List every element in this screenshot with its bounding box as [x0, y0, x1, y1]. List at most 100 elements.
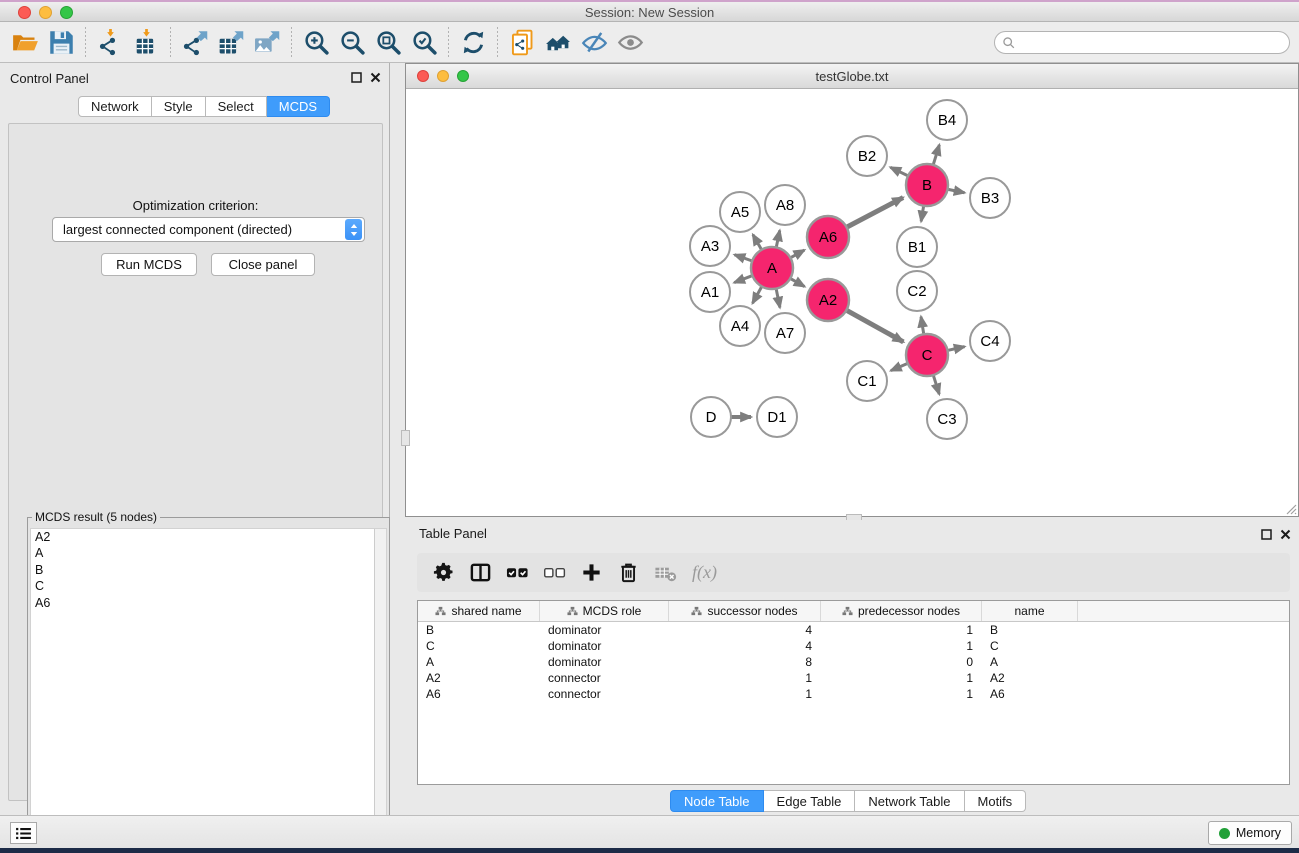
table-cell[interactable]: 1	[821, 622, 982, 638]
table-cell[interactable]: 4	[669, 638, 821, 654]
toggle-column-button[interactable]	[462, 557, 499, 589]
table-cell[interactable]: B	[418, 622, 540, 638]
delete-table-button[interactable]	[647, 557, 684, 589]
result-item[interactable]: B	[31, 562, 386, 578]
tab-edge-table[interactable]: Edge Table	[764, 790, 856, 812]
network-window-titlebar[interactable]: testGlobe.txt	[406, 64, 1298, 89]
save-session-button[interactable]	[43, 25, 79, 59]
table-cell[interactable]: dominator	[540, 638, 669, 654]
table-cell[interactable]: A6	[982, 686, 1078, 702]
hide-details-button[interactable]	[576, 25, 612, 59]
tab-mcds[interactable]: MCDS	[267, 96, 330, 117]
edge-A-A5[interactable]	[753, 235, 762, 250]
table-row[interactable]: A2connector11A2	[418, 670, 1289, 686]
edge-C-C3[interactable]	[933, 375, 939, 394]
memory-button[interactable]: Memory	[1208, 821, 1292, 845]
table-cell[interactable]: A6	[418, 686, 540, 702]
table-cell[interactable]: 1	[669, 670, 821, 686]
table-cell[interactable]: 1	[669, 686, 821, 702]
list-scrollbar[interactable]	[374, 529, 386, 853]
network-canvas[interactable]: B4B2BB3B1A5A8A6A3AA1A2A4A7C2CC1C4C3DD1	[406, 89, 1298, 516]
float-panel-icon[interactable]	[351, 72, 362, 83]
table-row[interactable]: A6connector11A6	[418, 686, 1289, 702]
table-cell[interactable]: A2	[982, 670, 1078, 686]
table-cell[interactable]: 8	[669, 654, 821, 670]
zoom-in-button[interactable]	[298, 25, 334, 59]
import-network-button[interactable]	[92, 25, 128, 59]
edge-A-A4[interactable]	[753, 286, 762, 303]
edge-C-C4[interactable]	[947, 347, 964, 351]
table-cell[interactable]: connector	[540, 670, 669, 686]
search-field[interactable]	[994, 31, 1290, 54]
edge-B-B1[interactable]	[921, 206, 924, 222]
edge-A-A1[interactable]	[734, 276, 752, 283]
table-cell[interactable]: dominator	[540, 622, 669, 638]
table-cell[interactable]: 1	[821, 638, 982, 654]
table-row[interactable]: Adominator80A	[418, 654, 1289, 670]
result-item[interactable]: A2	[31, 529, 386, 545]
edge-A-A3[interactable]	[735, 255, 753, 261]
export-image-button[interactable]	[249, 25, 285, 59]
select-stepper[interactable]	[345, 219, 362, 240]
deselect-all-button[interactable]	[536, 557, 573, 589]
edge-A-A8[interactable]	[776, 230, 780, 247]
resize-grip-icon[interactable]	[1283, 501, 1297, 515]
column-header-name[interactable]: name	[982, 601, 1078, 621]
main-titlebar[interactable]: Session: New Session	[0, 2, 1299, 22]
edge-C-C1[interactable]	[891, 363, 908, 370]
table-cell[interactable]: 1	[821, 670, 982, 686]
search-input[interactable]	[1016, 36, 1289, 50]
table-row[interactable]: Bdominator41B	[418, 622, 1289, 638]
import-table-button[interactable]	[128, 25, 164, 59]
refresh-layout-button[interactable]	[455, 25, 491, 59]
table-cell[interactable]: A	[418, 654, 540, 670]
edge-B-B3[interactable]	[948, 189, 965, 193]
tab-select[interactable]: Select	[206, 96, 267, 117]
edge-A2-C[interactable]	[846, 310, 903, 342]
open-file-button[interactable]	[7, 25, 43, 59]
edge-B-B4[interactable]	[933, 145, 939, 165]
table-cell[interactable]: connector	[540, 686, 669, 702]
function-builder-button[interactable]: f(x)	[684, 557, 721, 589]
tab-motifs[interactable]: Motifs	[965, 790, 1027, 812]
close-panel-button[interactable]: Close panel	[211, 253, 315, 276]
column-header-predecessor-nodes[interactable]: predecessor nodes	[821, 601, 982, 621]
zoom-fit-button[interactable]	[370, 25, 406, 59]
table-settings-button[interactable]	[425, 557, 462, 589]
table-cell[interactable]: A2	[418, 670, 540, 686]
tab-network[interactable]: Network	[78, 96, 152, 117]
edge-B-B2[interactable]	[890, 167, 908, 176]
column-header-MCDS-role[interactable]: MCDS role	[540, 601, 669, 621]
edge-A-A7[interactable]	[776, 289, 780, 308]
destroy-view-button[interactable]	[540, 25, 576, 59]
edge-C-C2[interactable]	[921, 317, 924, 335]
edge-A-A2[interactable]	[790, 278, 804, 286]
result-item[interactable]: A	[31, 545, 386, 561]
result-item[interactable]: A6	[31, 595, 386, 611]
zoom-out-button[interactable]	[334, 25, 370, 59]
export-table-button[interactable]	[213, 25, 249, 59]
export-network-button[interactable]	[177, 25, 213, 59]
task-history-button[interactable]	[10, 822, 37, 844]
column-header-successor-nodes[interactable]: successor nodes	[669, 601, 821, 621]
float-table-panel-icon[interactable]	[1261, 529, 1272, 540]
close-panel-icon[interactable]	[370, 72, 381, 83]
close-table-panel-icon[interactable]	[1280, 529, 1291, 540]
tab-network-table[interactable]: Network Table	[855, 790, 964, 812]
tab-node-table[interactable]: Node Table	[670, 790, 764, 812]
table-cell[interactable]: 4	[669, 622, 821, 638]
table-cell[interactable]: 1	[821, 686, 982, 702]
table-row[interactable]: Cdominator41C	[418, 638, 1289, 654]
edge-A6-B[interactable]	[847, 198, 904, 228]
select-all-button[interactable]	[499, 557, 536, 589]
tab-style[interactable]: Style	[152, 96, 206, 117]
table-cell[interactable]: 0	[821, 654, 982, 670]
add-column-button[interactable]	[573, 557, 610, 589]
table-cell[interactable]: B	[982, 622, 1078, 638]
clone-network-button[interactable]	[504, 25, 540, 59]
run-mcds-button[interactable]: Run MCDS	[101, 253, 197, 276]
show-details-button[interactable]	[612, 25, 648, 59]
table-cell[interactable]: C	[418, 638, 540, 654]
table-cell[interactable]: dominator	[540, 654, 669, 670]
zoom-selected-button[interactable]	[406, 25, 442, 59]
